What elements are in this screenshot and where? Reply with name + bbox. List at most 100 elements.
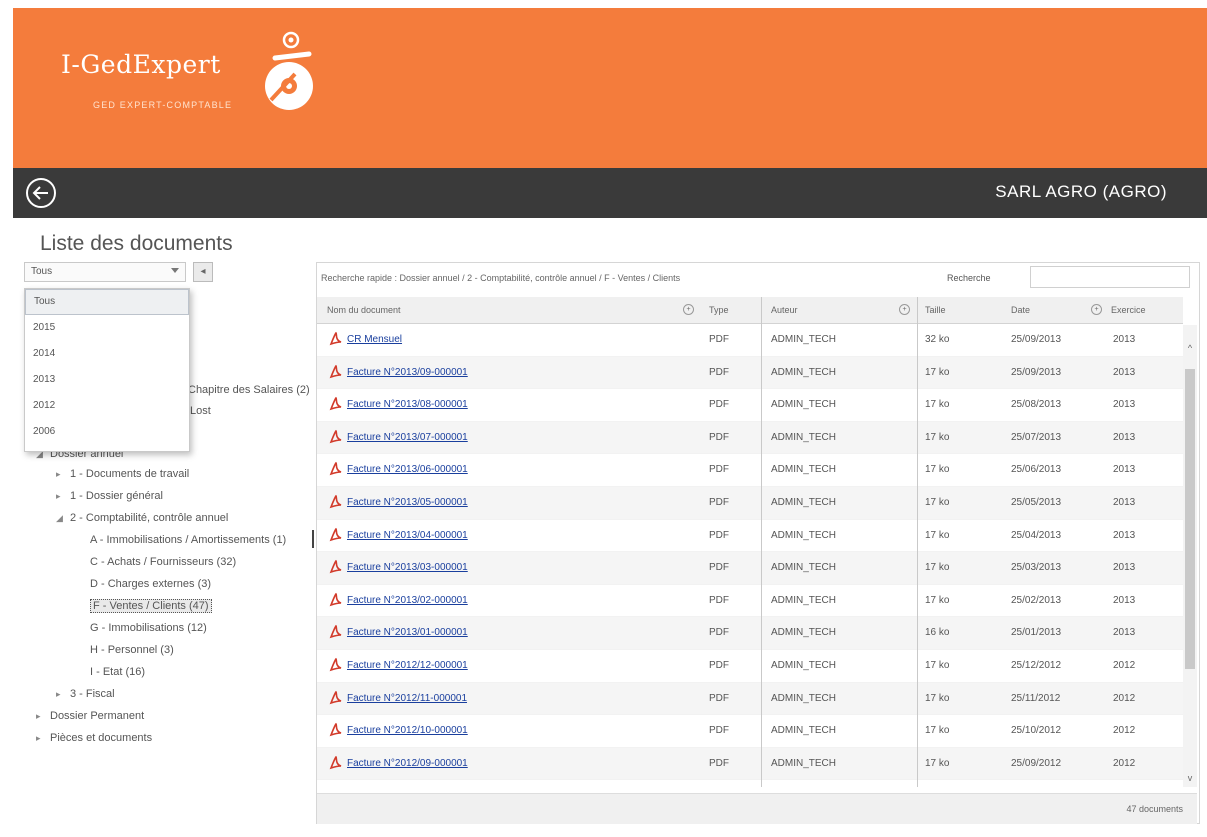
tree-node[interactable]: G - Immobilisations (12) (90, 622, 207, 634)
table-row[interactable]: Facture N°2013/07-000001 PDF ADMIN_TECH 17 … (317, 421, 1183, 455)
year-dropdown: Tous 2015 2014 2013 2012 2006 (24, 288, 190, 452)
tree-node[interactable]: Chapitre des Salaires (2) (188, 384, 310, 396)
table-row[interactable]: Facture N°2013/08-000001 PDF ADMIN_TECH 17 … (317, 389, 1183, 422)
cell-year: 2013 (1113, 594, 1136, 606)
tree-node[interactable]: ▸ 1 - Documents de travail (56, 468, 189, 480)
table-row[interactable]: Facture N°2013/04-000001 PDF ADMIN_TECH 17 … (317, 520, 1183, 553)
year-option[interactable]: 2012 (25, 393, 189, 419)
cell-size: 17 ko (925, 496, 950, 508)
panel-splitter[interactable] (312, 530, 314, 548)
table-row[interactable]: Facture N°2013/01-000001 PDF ADMIN_TECH 16 … (317, 617, 1183, 650)
back-arrow-icon[interactable] (25, 177, 57, 209)
document-link[interactable]: Facture N°2013/03-000001 (347, 562, 468, 573)
tree-node[interactable]: A - Immobilisations / Amortissements (1) (90, 534, 286, 546)
pdf-icon (329, 690, 343, 706)
pdf-icon (329, 527, 343, 543)
expand-icon[interactable]: ▸ (56, 469, 64, 480)
collapse-icon[interactable]: ◢ (56, 513, 64, 524)
table-row[interactable]: Facture N°2013/02-000001 PDF ADMIN_TECH 17 … (317, 585, 1183, 618)
document-link[interactable]: Facture N°2012/10-000001 (347, 725, 468, 736)
table-row[interactable]: Facture N°2012/09-000001 PDF ADMIN_TECH 17 … (317, 747, 1183, 781)
year-filter-select[interactable]: Tous (24, 262, 186, 282)
tree-node-selected[interactable]: F - Ventes / Clients (47) (90, 599, 212, 613)
tree-node[interactable]: Lost (190, 405, 211, 417)
document-link[interactable]: Facture N°2012/11-000001 (347, 693, 467, 704)
table-row[interactable]: Facture N°2012/10-000001 PDF ADMIN_TECH 17 … (317, 715, 1183, 748)
cell-date: 25/09/2012 (1011, 757, 1062, 769)
grid-header: Nom du document + Type Auteur + Taille D… (317, 297, 1183, 324)
cell-year: 2013 (1113, 627, 1136, 639)
document-link[interactable]: Facture N°2013/05-000001 (347, 497, 468, 508)
tree-node[interactable]: ◢ 2 - Comptabilité, contrôle annuel (56, 512, 228, 524)
document-link[interactable]: Facture N°2012/12-000001 (347, 660, 468, 671)
cell-size: 17 ko (925, 594, 950, 606)
app-name: I-GedExpert (61, 50, 221, 79)
scroll-up-icon[interactable]: ^ (1185, 343, 1195, 353)
document-link[interactable]: Facture N°2013/04-000001 (347, 530, 468, 541)
filter-icon[interactable]: + (683, 304, 694, 315)
table-row[interactable]: Facture N°2013/06-000001 PDF ADMIN_TECH 17 … (317, 454, 1183, 487)
scroll-thumb[interactable] (1185, 369, 1195, 669)
filter-icon[interactable]: + (1091, 304, 1102, 315)
col-header-year[interactable]: Exercice (1111, 305, 1146, 315)
vertical-scrollbar[interactable]: ^ v (1183, 325, 1197, 787)
document-link[interactable]: Facture N°2013/06-000001 (347, 464, 468, 475)
pdf-icon (329, 364, 343, 380)
table-row[interactable]: CR Mensuel PDF ADMIN_TECH 32 ko 25/09/2013 20… (317, 324, 1183, 357)
filter-icon[interactable]: + (899, 304, 910, 315)
col-header-date[interactable]: Date (1011, 305, 1030, 315)
cell-author: ADMIN_TECH (771, 692, 837, 704)
document-count: 47 documents (1126, 804, 1183, 814)
col-header-size[interactable]: Taille (925, 305, 946, 315)
tree-node[interactable]: ▸ Pièces et documents (36, 732, 152, 744)
document-link[interactable]: Facture N°2013/07-000001 (347, 432, 468, 443)
tree-node[interactable]: I - Etat (16) (90, 666, 145, 678)
cell-date: 25/12/2012 (1011, 659, 1062, 671)
expand-icon[interactable]: ▸ (56, 491, 64, 502)
col-header-type[interactable]: Type (709, 305, 729, 315)
year-option[interactable]: 2015 (25, 315, 189, 341)
year-option[interactable]: Tous (25, 289, 189, 315)
cell-size: 32 ko (925, 334, 950, 345)
document-link[interactable]: Facture N°2013/08-000001 (347, 399, 468, 410)
tree-node[interactable]: ▸ 1 - Dossier général (56, 490, 163, 502)
tree-node[interactable]: C - Achats / Fournisseurs (32) (90, 556, 236, 568)
expand-icon[interactable]: ▸ (56, 689, 64, 700)
document-link[interactable]: Facture N°2013/09-000001 (347, 367, 468, 378)
table-row[interactable]: Facture N°2013/05-000001 PDF ADMIN_TECH 17 … (317, 486, 1183, 520)
document-link[interactable]: Facture N°2013/01-000001 (347, 627, 468, 638)
cell-author: ADMIN_TECH (771, 496, 837, 508)
app-tagline: GED EXPERT-COMPTABLE (93, 100, 233, 110)
year-option[interactable]: 2006 (25, 419, 189, 445)
year-option[interactable]: 2014 (25, 341, 189, 367)
cell-type: PDF (709, 594, 729, 606)
tree-node[interactable]: ▸ 3 - Fiscal (56, 688, 115, 700)
expand-icon[interactable]: ▸ (36, 733, 44, 744)
document-link[interactable]: CR Mensuel (347, 334, 402, 345)
tree-node[interactable]: D - Charges externes (3) (90, 578, 211, 590)
collapse-button[interactable]: ◂ (193, 262, 213, 282)
cell-year: 2013 (1113, 562, 1136, 574)
table-row[interactable]: Facture N°2012/12-000001 PDF ADMIN_TECH 17 … (317, 650, 1183, 683)
tree-node[interactable]: ▸ Dossier Permanent (36, 710, 144, 722)
cell-size: 17 ko (925, 366, 950, 378)
tree-node[interactable]: H - Personnel (3) (90, 644, 174, 656)
year-option[interactable]: 2013 (25, 367, 189, 393)
search-input[interactable] (1030, 266, 1190, 288)
table-row[interactable]: Facture N°2013/09-000001 PDF ADMIN_TECH 17 … (317, 356, 1183, 390)
col-header-name[interactable]: Nom du document (327, 305, 401, 315)
document-link[interactable]: Facture N°2012/09-000001 (347, 758, 468, 769)
cell-date: 25/09/2013 (1011, 334, 1062, 345)
cell-author: ADMIN_TECH (771, 529, 837, 541)
scroll-down-icon[interactable]: v (1185, 773, 1195, 783)
pdf-icon (329, 429, 343, 445)
grid-footer: 47 documents (317, 793, 1197, 824)
cell-type: PDF (709, 757, 729, 769)
col-header-author[interactable]: Auteur (771, 305, 798, 315)
table-row[interactable]: Facture N°2013/03-000001 PDF ADMIN_TECH 17 … (317, 552, 1183, 585)
chevron-down-icon (171, 268, 179, 273)
expand-icon[interactable]: ▸ (36, 711, 44, 722)
cell-type: PDF (709, 334, 729, 345)
table-row[interactable]: Facture N°2012/11-000001 PDF ADMIN_TECH 17 … (317, 682, 1183, 716)
document-link[interactable]: Facture N°2013/02-000001 (347, 595, 468, 606)
